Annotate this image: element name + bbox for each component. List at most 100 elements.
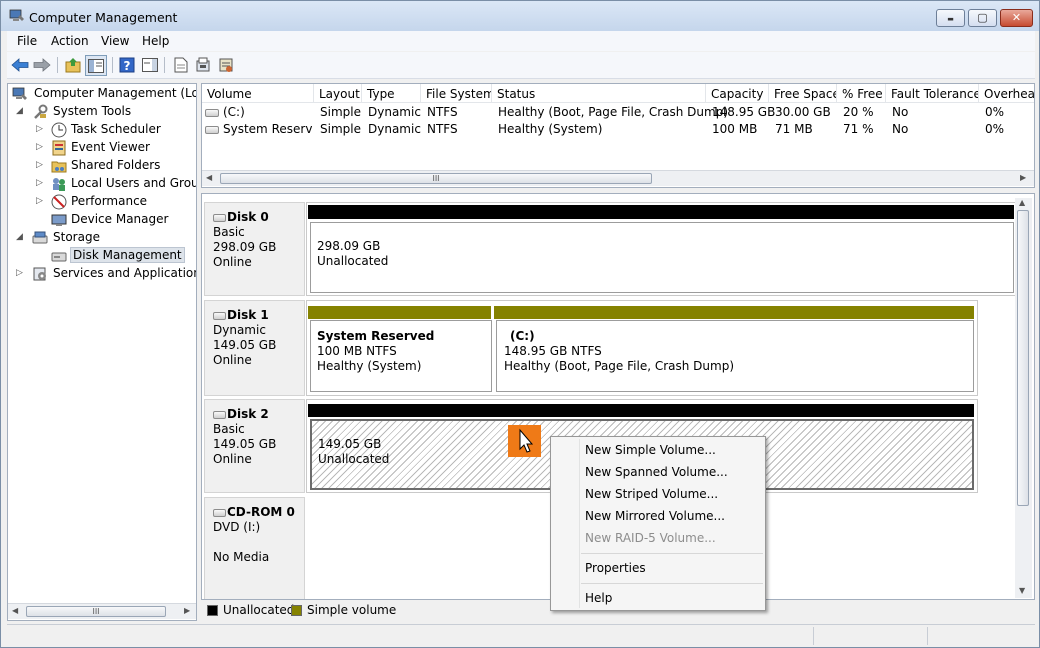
scroll-down-icon[interactable]: ▼ [1019, 586, 1025, 595]
disk-name: CD-ROM 0 [227, 505, 295, 519]
partition-name: System Reserved [317, 329, 435, 343]
tree-item-label: Device Manager [71, 212, 169, 226]
column-header-capacity[interactable]: Capacity [706, 84, 769, 103]
partition-status: Healthy (Boot, Page File, Crash Dump) [504, 359, 734, 373]
system-reserved-partition[interactable]: System Reserved 100 MB NTFS Healthy (Sys… [310, 320, 492, 392]
column-header-type[interactable]: Type [362, 84, 421, 103]
disk-size: 149.05 GB [213, 437, 277, 451]
cursor-highlight [508, 425, 541, 457]
close-button[interactable]: ✕ [1000, 9, 1033, 27]
scroll-right-icon[interactable]: ▶ [1020, 173, 1026, 182]
back-arrow-icon[interactable] [11, 56, 29, 74]
expand-arrow-icon[interactable]: ▷ [36, 124, 46, 134]
column-header-layout[interactable]: Layout [314, 84, 362, 103]
partition-status: Unallocated [317, 254, 389, 268]
export-list-icon[interactable] [217, 56, 235, 74]
column-header-fault-tolerance[interactable]: Fault Tolerance [886, 84, 979, 103]
cell-layout: Simple [320, 122, 361, 136]
menu-gutter [579, 439, 580, 608]
menu-view[interactable]: View [101, 34, 129, 48]
column-header-overhead[interactable]: Overhead [979, 84, 1034, 103]
disk-state: Online [213, 255, 252, 269]
disk-name: Disk 0 [227, 210, 269, 224]
column-header-percent-free[interactable]: % Free [837, 84, 886, 103]
navigation-tree: Computer Management (Local ◢ System Tool… [7, 83, 197, 621]
expand-arrow-icon[interactable]: ▷ [16, 268, 26, 278]
menu-item-new-mirrored-volume[interactable]: New Mirrored Volume... [585, 506, 725, 526]
scrollbar-thumb[interactable] [1017, 210, 1029, 506]
disk-view-vertical-scrollbar[interactable]: ▲ ▼ [1015, 198, 1032, 598]
up-folder-icon[interactable] [64, 56, 82, 74]
disk-0-unallocated-partition[interactable]: 298.09 GB Unallocated [310, 222, 1014, 293]
scroll-right-icon[interactable]: ▶ [184, 606, 190, 615]
minimize-button[interactable]: ▬ [936, 9, 965, 27]
scrollbar-thumb[interactable]: III [220, 173, 652, 184]
tree-horizontal-scrollbar[interactable]: ◀ III ▶ [8, 603, 196, 619]
volume-list-header: Volume Layout Type File System Status Ca… [202, 84, 1034, 103]
mouse-pointer-icon [519, 428, 534, 453]
column-header-file-system[interactable]: File System [421, 84, 492, 103]
cd-drive-icon [213, 508, 226, 517]
cell-file-system: NTFS [427, 105, 458, 119]
cell-percent-free: 20 % [843, 105, 874, 119]
tree-item-label: System Tools [53, 104, 132, 118]
expand-arrow-icon[interactable]: ▷ [36, 178, 46, 188]
menu-action[interactable]: Action [51, 34, 89, 48]
volume-name: (C:) [223, 105, 245, 119]
column-header-status[interactable]: Status [492, 84, 706, 103]
disk-1-label[interactable]: Disk 1 Dynamic 149.05 GB Online [204, 300, 305, 396]
cd-rom-0-label[interactable]: CD-ROM 0 DVD (I:) No Media [204, 497, 305, 599]
scroll-up-icon[interactable]: ▲ [1019, 198, 1025, 207]
cell-capacity: 148.95 GB [712, 105, 776, 119]
tree-item-label: Performance [71, 194, 148, 208]
volume-list: Volume Layout Type File System Status Ca… [201, 83, 1035, 188]
tree-item-label: Computer Management (Local [34, 86, 197, 100]
help-icon[interactable]: ? [118, 56, 136, 74]
menu-item-new-spanned-volume[interactable]: New Spanned Volume... [585, 462, 728, 482]
cell-free-space: 71 MB [775, 122, 813, 136]
properties-icon[interactable] [194, 56, 212, 74]
column-header-volume[interactable]: Volume [202, 84, 314, 103]
collapse-arrow-icon[interactable]: ◢ [16, 106, 26, 116]
computer-management-icon [9, 9, 24, 21]
expand-arrow-icon[interactable]: ▷ [36, 142, 46, 152]
forward-arrow-icon[interactable] [33, 56, 51, 74]
tree-item-label: Shared Folders [71, 158, 161, 172]
scrollbar-thumb[interactable]: III [26, 606, 166, 617]
menu-item-properties[interactable]: Properties [585, 558, 646, 578]
disk-kind: Basic [213, 225, 245, 239]
menu-item-help[interactable]: Help [585, 588, 612, 608]
volume-row[interactable]: System Reserved Simple Dynamic NTFS Heal… [202, 120, 1034, 137]
column-header-free-space[interactable]: Free Space [769, 84, 837, 103]
disk-0-label[interactable]: Disk 0 Basic 298.09 GB Online [204, 202, 305, 296]
c-drive-partition[interactable]: (C:) 148.95 GB NTFS Healthy (Boot, Page … [496, 320, 974, 392]
action-pane-icon[interactable] [141, 56, 159, 74]
menu-item-new-striped-volume[interactable]: New Striped Volume... [585, 484, 718, 504]
expand-arrow-icon[interactable]: ▷ [36, 160, 46, 170]
show-hide-tree-icon[interactable] [85, 55, 107, 76]
scroll-left-icon[interactable]: ◀ [206, 173, 212, 182]
menu-item-new-simple-volume[interactable]: New Simple Volume... [585, 440, 716, 460]
cell-status: Healthy (System) [498, 122, 603, 136]
expand-arrow-icon[interactable]: ▷ [36, 196, 46, 206]
partition-size: 100 MB NTFS [317, 344, 397, 358]
disk-header: CD-ROM 0 [213, 505, 304, 520]
disk-management-icon [51, 252, 67, 262]
window-title: Computer Management [29, 10, 178, 25]
cell-status: Healthy (Boot, Page File, Crash Dump) [498, 105, 728, 119]
cell-capacity: 100 MB [712, 122, 758, 136]
menu-help[interactable]: Help [142, 34, 169, 48]
rescan-disks-icon[interactable] [172, 56, 190, 74]
cell-layout: Simple [320, 105, 361, 119]
disk-2-label[interactable]: Disk 2 Basic 149.05 GB Online [204, 399, 305, 493]
scroll-left-icon[interactable]: ◀ [12, 606, 18, 615]
cell-volume: System Reserved [205, 122, 313, 136]
menu-file[interactable]: File [17, 34, 37, 48]
simple-volume-bar [308, 306, 491, 319]
disk-size: 298.09 GB [213, 240, 277, 254]
cell-type: Dynamic [368, 105, 421, 119]
collapse-arrow-icon[interactable]: ◢ [16, 232, 26, 242]
volume-list-horizontal-scrollbar[interactable]: ◀ III ▶ [202, 170, 1034, 186]
maximize-button[interactable]: ▢ [968, 9, 997, 27]
volume-row[interactable]: (C:) Simple Dynamic NTFS Healthy (Boot, … [202, 103, 1034, 120]
